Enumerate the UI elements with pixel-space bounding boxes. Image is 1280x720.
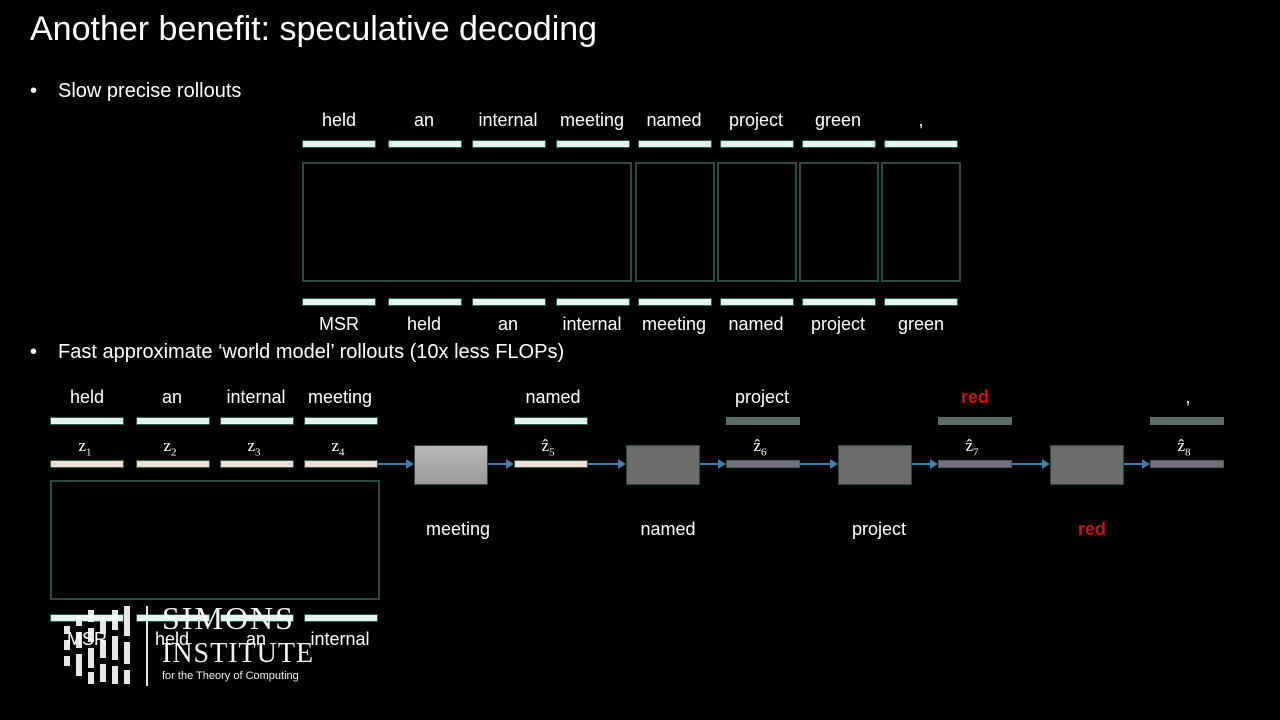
logo-line-2: INSTITUTE bbox=[162, 638, 315, 669]
token-bar bbox=[302, 298, 376, 306]
slow-input-word: an bbox=[497, 314, 519, 334]
token-bar bbox=[726, 417, 800, 425]
token-bar bbox=[938, 417, 1012, 425]
arrow-connector bbox=[912, 459, 938, 469]
latent-label: ẑ6 bbox=[753, 436, 767, 459]
latent-bar bbox=[938, 460, 1012, 468]
model-block bbox=[302, 162, 632, 282]
slow-input-word: named bbox=[728, 314, 784, 334]
slide-title: Another benefit: speculative decoding bbox=[30, 10, 598, 48]
token-bar bbox=[302, 140, 376, 148]
slow-input-word: MSR bbox=[319, 314, 359, 334]
token-bar bbox=[884, 298, 958, 306]
latent-bar bbox=[514, 460, 588, 468]
slow-input-word: meeting bbox=[641, 314, 707, 334]
fast-output-word: meeting bbox=[307, 387, 373, 407]
spec-output-word: named bbox=[525, 387, 581, 407]
slow-output-word: internal bbox=[478, 110, 538, 130]
token-bar bbox=[720, 140, 794, 148]
token-bar bbox=[638, 298, 712, 306]
arrow-connector bbox=[488, 459, 514, 469]
latent-label: ẑ5 bbox=[541, 436, 555, 459]
bullet-slow-rollouts: • Slow precise rollouts bbox=[30, 80, 241, 103]
slow-output-word: , bbox=[918, 110, 924, 130]
slow-output-word: named bbox=[646, 110, 702, 130]
latent-bar bbox=[50, 460, 124, 468]
spec-output-word: red bbox=[960, 387, 990, 407]
model-block bbox=[881, 162, 961, 282]
bullet-fast-rollouts: • Fast approximate ‘world model’ rollouts… bbox=[30, 341, 564, 364]
token-bar bbox=[50, 417, 124, 425]
arrow-connector bbox=[1124, 459, 1150, 469]
bullet-fast-text: Fast approximate ‘world model’ rollouts … bbox=[58, 341, 565, 363]
token-bar bbox=[1150, 417, 1224, 425]
slow-input-word: green bbox=[897, 314, 945, 334]
slow-output-word: meeting bbox=[559, 110, 625, 130]
bullet-slow-text: Slow precise rollouts bbox=[58, 80, 242, 102]
bullet-dot: • bbox=[30, 341, 38, 363]
spec-output-word: project bbox=[734, 387, 790, 407]
fast-output-word: internal bbox=[226, 387, 286, 407]
slow-output-word: an bbox=[413, 110, 435, 130]
world-model-block bbox=[626, 445, 700, 485]
latent-bar bbox=[726, 460, 800, 468]
decoded-word: meeting bbox=[425, 519, 491, 539]
latent-label: z1 bbox=[78, 436, 92, 459]
token-bar bbox=[472, 298, 546, 306]
arrow-connector bbox=[700, 459, 726, 469]
token-bar bbox=[556, 298, 630, 306]
token-bar bbox=[304, 417, 378, 425]
latent-label: z2 bbox=[163, 436, 177, 459]
logo-line-3: for the Theory of Computing bbox=[162, 670, 299, 682]
simons-institute-logo: SIMONS INSTITUTE for the Theory of Compu… bbox=[62, 600, 332, 690]
slow-output-word: project bbox=[728, 110, 784, 130]
model-block bbox=[635, 162, 715, 282]
decoded-word: named bbox=[640, 519, 696, 539]
fast-output-word: held bbox=[69, 387, 105, 407]
spec-output-word: , bbox=[1185, 387, 1191, 407]
arrow-connector bbox=[1012, 459, 1050, 469]
latent-label: ẑ8 bbox=[1177, 436, 1191, 459]
slow-input-word: internal bbox=[562, 314, 622, 334]
world-model-block bbox=[1050, 445, 1124, 485]
token-bar bbox=[556, 140, 630, 148]
token-bar bbox=[514, 417, 588, 425]
model-block bbox=[799, 162, 879, 282]
bullet-dot: • bbox=[30, 80, 38, 102]
arrow-connector bbox=[800, 459, 838, 469]
latent-bar bbox=[1150, 460, 1224, 468]
latent-label: z4 bbox=[331, 436, 345, 459]
slow-output-word: held bbox=[321, 110, 357, 130]
token-bar bbox=[638, 140, 712, 148]
latent-bar bbox=[136, 460, 210, 468]
world-model-block bbox=[838, 445, 912, 485]
latent-bar bbox=[304, 460, 378, 468]
slow-output-word: green bbox=[814, 110, 862, 130]
latent-label: z3 bbox=[247, 436, 261, 459]
token-bar bbox=[472, 140, 546, 148]
world-model-block bbox=[414, 445, 488, 485]
token-bar bbox=[136, 417, 210, 425]
fast-output-word: an bbox=[161, 387, 183, 407]
decoded-word: project bbox=[851, 519, 907, 539]
arrow-connector bbox=[378, 459, 414, 469]
logo-line-1: SIMONS bbox=[162, 600, 295, 636]
model-block bbox=[50, 480, 380, 600]
token-bar bbox=[388, 140, 462, 148]
latent-bar bbox=[220, 460, 294, 468]
token-bar bbox=[884, 140, 958, 148]
model-block bbox=[717, 162, 797, 282]
decoded-word: red bbox=[1077, 519, 1107, 539]
latent-label: ẑ7 bbox=[965, 436, 979, 459]
token-bar bbox=[220, 417, 294, 425]
token-bar bbox=[802, 140, 876, 148]
token-bar bbox=[388, 298, 462, 306]
token-bar bbox=[720, 298, 794, 306]
slow-input-word: held bbox=[406, 314, 442, 334]
arrow-connector bbox=[588, 459, 626, 469]
token-bar bbox=[802, 298, 876, 306]
slow-input-word: project bbox=[810, 314, 866, 334]
